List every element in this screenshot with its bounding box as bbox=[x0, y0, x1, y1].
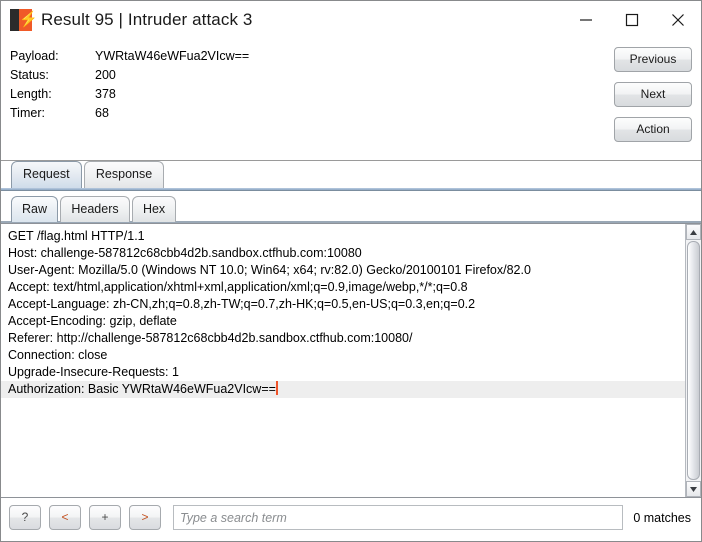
status-label: Status: bbox=[10, 68, 49, 82]
message-line: Host: challenge-587812c68cbb4d2b.sandbox… bbox=[8, 246, 362, 260]
search-previous-button[interactable]: < bbox=[49, 505, 81, 530]
result-summary-panel: Payload: YWRtaW46eWFua2VIcw== Status: 20… bbox=[1, 39, 701, 161]
scroll-down-arrow-icon[interactable] bbox=[686, 481, 701, 497]
scrollbar-thumb[interactable] bbox=[687, 241, 700, 480]
message-line-authorization: Authorization: Basic YWRtaW46eWFua2VIcw=… bbox=[1, 381, 685, 398]
payload-label: Payload: bbox=[10, 49, 59, 63]
message-view-tabs: Raw Headers Hex bbox=[1, 191, 701, 223]
next-button[interactable]: Next bbox=[614, 82, 692, 107]
message-line: Accept: text/html,application/xhtml+xml,… bbox=[8, 280, 468, 294]
search-toolbar: ? < + > Type a search term 0 matches bbox=[1, 498, 701, 537]
editor-vertical-scrollbar[interactable] bbox=[685, 224, 701, 497]
tab-headers[interactable]: Headers bbox=[60, 196, 130, 222]
burp-intruder-result-window: ⚡ Result 95 | Intruder attack 3 Payload:… bbox=[0, 0, 702, 542]
message-direction-tabs: Request Response bbox=[1, 161, 701, 191]
scroll-up-arrow-icon[interactable] bbox=[686, 224, 701, 240]
tab-hex[interactable]: Hex bbox=[131, 196, 177, 222]
search-help-button[interactable]: ? bbox=[9, 505, 41, 530]
search-placeholder: Type a search term bbox=[180, 510, 287, 525]
message-line: User-Agent: Mozilla/5.0 (Windows NT 10.0… bbox=[8, 263, 531, 277]
payload-value: YWRtaW46eWFua2VIcw== bbox=[95, 49, 250, 63]
search-next-button[interactable]: > bbox=[129, 505, 161, 530]
tab-request[interactable]: Request bbox=[11, 161, 82, 188]
burp-suite-icon: ⚡ bbox=[10, 9, 38, 31]
search-add-button[interactable]: + bbox=[89, 505, 121, 530]
search-input[interactable]: Type a search term bbox=[173, 505, 624, 530]
message-line: Referer: http://challenge-587812c68cbb4d… bbox=[8, 331, 413, 345]
summary-fields: Payload: YWRtaW46eWFua2VIcw== Status: 20… bbox=[10, 47, 249, 123]
maximize-icon[interactable] bbox=[609, 1, 655, 39]
raw-message-editor: GET /flag.html HTTP/1.1 Host: challenge-… bbox=[1, 223, 701, 498]
raw-message-text[interactable]: GET /flag.html HTTP/1.1 Host: challenge-… bbox=[1, 224, 685, 497]
match-count-label: 0 matches bbox=[633, 510, 691, 525]
status-value: 200 bbox=[95, 68, 116, 82]
summary-row-timer: Timer: 68 bbox=[10, 104, 249, 123]
text-caret bbox=[275, 381, 278, 395]
result-nav-buttons: Previous Next Action bbox=[614, 47, 692, 152]
summary-row-payload: Payload: YWRtaW46eWFua2VIcw== bbox=[10, 47, 249, 66]
message-line: Connection: close bbox=[8, 348, 108, 362]
close-icon[interactable] bbox=[655, 1, 701, 39]
message-line: Accept-Encoding: gzip, deflate bbox=[8, 314, 177, 328]
length-value: 378 bbox=[95, 87, 116, 101]
title-bar: ⚡ Result 95 | Intruder attack 3 bbox=[1, 1, 701, 39]
action-button[interactable]: Action bbox=[614, 117, 692, 142]
minimize-icon[interactable] bbox=[563, 1, 609, 39]
tab-response[interactable]: Response bbox=[83, 161, 165, 188]
authorization-text: Authorization: Basic YWRtaW46eWFua2VIcw=… bbox=[8, 382, 276, 396]
message-line: GET /flag.html HTTP/1.1 bbox=[8, 229, 145, 243]
previous-button[interactable]: Previous bbox=[614, 47, 692, 72]
timer-label: Timer: bbox=[10, 106, 45, 120]
timer-value: 68 bbox=[95, 106, 109, 120]
summary-row-status: Status: 200 bbox=[10, 66, 249, 85]
window-controls bbox=[563, 1, 701, 39]
tab-raw[interactable]: Raw bbox=[11, 196, 59, 222]
summary-row-length: Length: 378 bbox=[10, 85, 249, 104]
message-line: Accept-Language: zh-CN,zh;q=0.8,zh-TW;q=… bbox=[8, 297, 476, 311]
message-line: Upgrade-Insecure-Requests: 1 bbox=[8, 365, 179, 379]
length-label: Length: bbox=[10, 87, 52, 101]
window-title: Result 95 | Intruder attack 3 bbox=[41, 10, 253, 29]
